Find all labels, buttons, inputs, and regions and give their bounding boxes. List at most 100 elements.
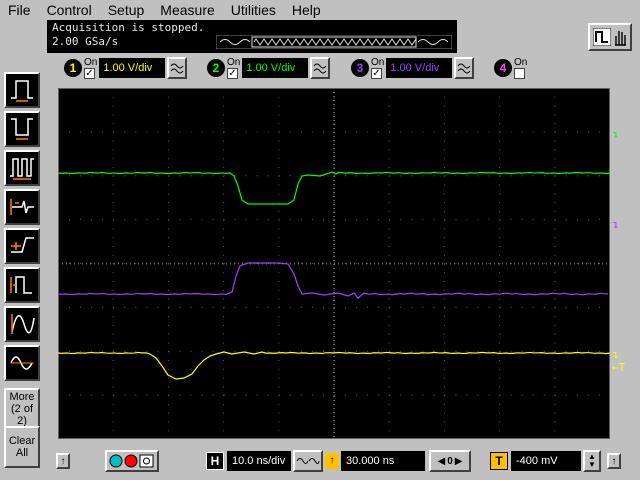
- period-button[interactable]: [4, 267, 40, 303]
- sine-fit-button[interactable]: [4, 306, 40, 342]
- menu-help-label: Help: [291, 2, 321, 18]
- menu-utilities-label: Utilities: [230, 2, 276, 18]
- channel-1-controls: 1 On ✓ 1.00 V/div: [64, 55, 188, 81]
- timebase-spinner[interactable]: [293, 450, 323, 472]
- more-button[interactable]: More (2 of 2): [4, 388, 40, 430]
- scroll-left-button[interactable]: ↑: [56, 448, 70, 474]
- channel-2-on: On ✓: [227, 56, 241, 79]
- channel-4-checkbox[interactable]: [514, 67, 525, 79]
- waveform-display[interactable]: [58, 88, 610, 439]
- channel-2-on-label: On: [227, 56, 241, 68]
- menu-control-label: Control: [46, 2, 92, 18]
- spin-down-icon: ▼: [588, 460, 596, 469]
- channel-2-checkbox[interactable]: ✓: [227, 67, 238, 79]
- trigger-label: T: [490, 452, 508, 470]
- pulse-positive-icon: [11, 80, 33, 102]
- glitch-button[interactable]: [4, 189, 40, 225]
- menu-setup[interactable]: Setup: [100, 2, 153, 18]
- edge-icon: [11, 237, 34, 253]
- channel-1-scale[interactable]: 1.00 V/div: [99, 58, 166, 78]
- channel-3-spinner[interactable]: [454, 57, 475, 79]
- step-left-icon: ◀: [437, 455, 446, 467]
- tilde-icon: [170, 63, 184, 74]
- channel-1-on-label: On: [84, 56, 98, 68]
- color-mode-button[interactable]: [105, 450, 159, 472]
- menu-measure[interactable]: Measure: [152, 2, 222, 18]
- arrow-up-icon: ↑: [56, 453, 70, 469]
- channel-3-ground-marker: ↴: [612, 218, 619, 231]
- more-label: More: [9, 391, 35, 403]
- more-sub-label: (2 of 2): [10, 403, 33, 427]
- channel-1-spinner[interactable]: [167, 57, 188, 79]
- position-stepper[interactable]: ◀ 0 ▶: [429, 450, 471, 472]
- timebase-scale[interactable]: 10.0 ns/div: [227, 451, 291, 471]
- menu-help[interactable]: Help: [284, 2, 329, 18]
- color-dots-icon: [109, 454, 154, 468]
- glitch-icon: [10, 199, 34, 215]
- channel-2-ground-marker: ↴: [612, 128, 619, 141]
- pulse-train-icon: [10, 158, 34, 180]
- edge-button[interactable]: [4, 228, 40, 264]
- channel-3-scale[interactable]: 1.00 V/div: [386, 58, 453, 78]
- arrow-up-icon: ↑: [611, 455, 617, 467]
- channel-4-number[interactable]: 4: [494, 59, 512, 77]
- pulse-positive-button[interactable]: [4, 72, 40, 108]
- channel-2-spinner[interactable]: [310, 57, 331, 79]
- clear-all-button[interactable]: Clear All: [4, 426, 40, 468]
- sine-button[interactable]: [4, 345, 40, 381]
- channel-3-checkbox[interactable]: ✓: [371, 67, 382, 79]
- run-stop-button[interactable]: [588, 23, 632, 51]
- tilde-arrows-icon: [296, 458, 320, 464]
- trigger-controls: T -400 mV ▲ ▼ ↑: [490, 448, 621, 474]
- channel-3-controls: 3 On ✓ 1.00 V/div: [351, 55, 475, 81]
- display-mode-buttons: [105, 448, 159, 474]
- square-wave-icon: [593, 28, 611, 46]
- tilde-icon: [457, 63, 471, 74]
- channel-2-number[interactable]: 2: [207, 59, 225, 77]
- channel-1-ground-marker: ↴: [612, 348, 619, 361]
- scroll-right-button[interactable]: ↑: [607, 453, 621, 469]
- step-zero-icon: 0: [447, 455, 453, 467]
- menu-measure-label: Measure: [160, 2, 215, 18]
- pulse-train-button[interactable]: [4, 150, 40, 186]
- menu-setup-label: Setup: [107, 2, 145, 18]
- menu-bar: File Control Setup Measure Utilities Hel…: [0, 0, 640, 20]
- status-acquisition: Acquisition is stopped.: [52, 21, 205, 34]
- trigger-level-marker: ←T: [612, 361, 626, 374]
- menu-utilities[interactable]: Utilities: [223, 2, 284, 18]
- clear-label: Clear: [8, 435, 36, 447]
- pulse-negative-icon: [11, 118, 33, 140]
- graticule: [58, 88, 610, 439]
- channel-3-on-label: On: [371, 56, 385, 68]
- clear-all-text: Clear All: [9, 435, 35, 459]
- period-icon: [10, 276, 32, 294]
- horizontal-position[interactable]: 30.000 ns: [341, 451, 425, 471]
- waveform-memory-bar[interactable]: [216, 35, 452, 49]
- timebase-controls: H 10.0 ns/div ↑ 30.000 ns ◀ 0 ▶: [206, 448, 471, 474]
- channel-1-checkbox[interactable]: ✓: [84, 67, 95, 79]
- channel-3-number[interactable]: 3: [351, 59, 369, 77]
- more-button-text: More (2 of 2): [6, 391, 38, 427]
- channel-2-controls: 2 On ✓ 1.00 V/div: [207, 55, 331, 81]
- channel-4-on-label: On: [514, 56, 528, 68]
- menu-file[interactable]: File: [0, 2, 39, 18]
- pulse-negative-button[interactable]: [4, 111, 40, 147]
- menu-file-label: File: [8, 2, 31, 18]
- hand-icon: [615, 31, 626, 46]
- channel-4-controls: 4 On: [494, 55, 529, 81]
- channel-1-number[interactable]: 1: [64, 59, 82, 77]
- channel-3-on: On ✓: [371, 56, 385, 79]
- menu-control[interactable]: Control: [39, 2, 100, 18]
- trigger-level-field[interactable]: -400 mV: [511, 451, 581, 471]
- delay-reference-icon: ↑: [325, 453, 339, 469]
- channel-4-on: On: [514, 56, 528, 79]
- sine-fit-icon: [11, 314, 35, 334]
- channel-1-on: On ✓: [84, 56, 98, 79]
- tilde-icon: [313, 63, 327, 74]
- sine-icon: [10, 356, 34, 370]
- channel-2-scale[interactable]: 1.00 V/div: [242, 58, 309, 78]
- trigger-level-spinner[interactable]: ▲ ▼: [583, 450, 601, 472]
- horizontal-label: H: [206, 452, 224, 470]
- clear-sub-label: All: [15, 447, 29, 459]
- step-right-icon: ▶: [454, 455, 463, 467]
